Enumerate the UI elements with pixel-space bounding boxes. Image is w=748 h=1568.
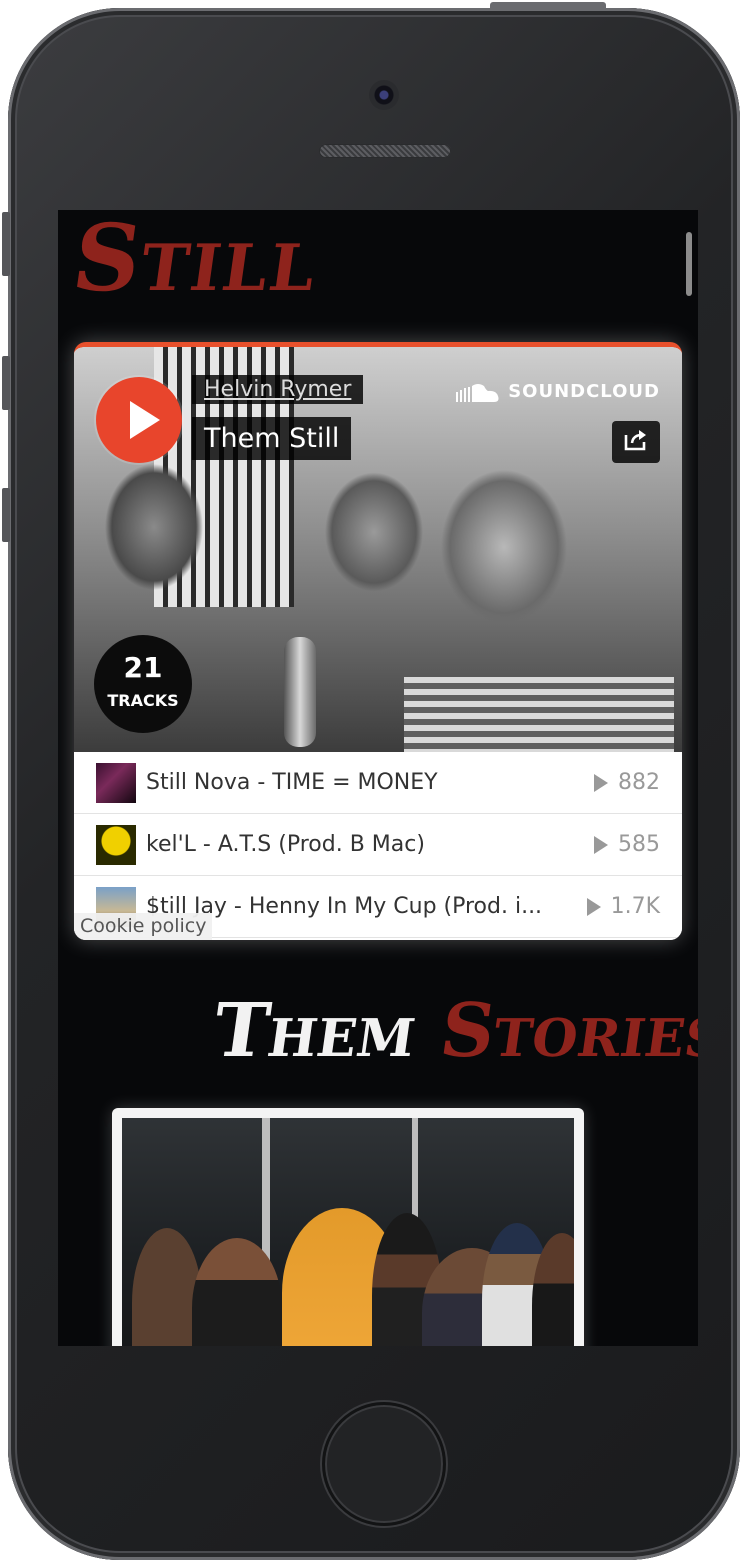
track-title[interactable]: Still Nova - TIME = MONEY bbox=[146, 770, 546, 795]
phone-screen[interactable]: Still Helvin Rymer Them Still SOUNDCLOUD… bbox=[58, 210, 698, 1346]
page-scrollbar[interactable] bbox=[686, 232, 692, 296]
cookie-policy-link[interactable]: Cookie policy bbox=[74, 913, 213, 940]
microphone-graphic bbox=[284, 637, 316, 747]
play-count: 585 bbox=[594, 832, 660, 857]
play-count: 1.7K bbox=[586, 894, 660, 919]
play-count: 882 bbox=[594, 770, 660, 795]
track-count: 21 bbox=[123, 651, 163, 684]
play-count-icon bbox=[594, 835, 608, 854]
play-count-value: 1.7K bbox=[610, 894, 660, 919]
track-count-badge: 21 TRACKS bbox=[94, 635, 192, 733]
list-item[interactable]: kel'L - A.T.S (Prod. B Mac) 585 bbox=[74, 814, 682, 876]
soundcloud-logo[interactable]: SOUNDCLOUD bbox=[456, 381, 660, 402]
page-heading: Still bbox=[66, 210, 326, 312]
stories-heading: Them Stories bbox=[208, 988, 698, 1074]
soundcloud-widget[interactable]: Helvin Rymer Them Still SOUNDCLOUD 21 TR… bbox=[74, 342, 682, 940]
stories-heading-word-2: Stories bbox=[435, 988, 698, 1074]
home-button[interactable] bbox=[322, 1402, 446, 1526]
track-count-label: TRACKS bbox=[107, 691, 179, 710]
track-thumbnail bbox=[96, 824, 136, 865]
photo-figure bbox=[192, 1238, 282, 1346]
play-count-icon bbox=[586, 897, 601, 916]
share-button[interactable] bbox=[612, 421, 660, 463]
front-camera bbox=[369, 80, 399, 110]
power-button[interactable] bbox=[490, 2, 606, 10]
volume-down-button[interactable] bbox=[2, 488, 10, 542]
play-count-value: 585 bbox=[618, 832, 660, 857]
play-count-value: 882 bbox=[618, 770, 660, 795]
track-title[interactable]: kel'L - A.T.S (Prod. B Mac) bbox=[146, 832, 546, 857]
share-icon bbox=[623, 429, 649, 455]
playlist-title[interactable]: Them Still bbox=[192, 417, 352, 460]
earpiece-speaker bbox=[319, 144, 451, 158]
track-list[interactable]: Still Nova - TIME = MONEY 882 kel'L - A.… bbox=[74, 752, 682, 940]
play-count-icon bbox=[594, 773, 608, 792]
mute-switch[interactable] bbox=[2, 212, 10, 276]
track-thumbnail bbox=[96, 762, 136, 803]
story-card[interactable] bbox=[112, 1108, 584, 1346]
stories-heading-word-1: Them bbox=[207, 988, 422, 1074]
artist-link[interactable]: Helvin Rymer bbox=[192, 375, 364, 404]
playlist-artwork[interactable]: Helvin Rymer Them Still SOUNDCLOUD 21 TR… bbox=[74, 347, 682, 752]
volume-up-button[interactable] bbox=[2, 356, 10, 410]
list-item[interactable]: Still Nova - TIME = MONEY 882 bbox=[74, 752, 682, 814]
soundcloud-logo-icon bbox=[456, 382, 500, 402]
soundcloud-logo-text: SOUNDCLOUD bbox=[508, 381, 660, 402]
story-photo[interactable] bbox=[122, 1118, 574, 1346]
play-button[interactable] bbox=[96, 377, 182, 463]
